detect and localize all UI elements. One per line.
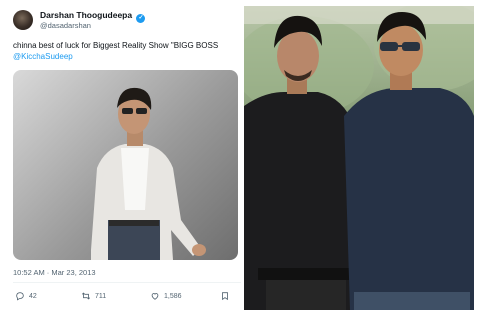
divider: [13, 282, 241, 283]
bookmark-button[interactable]: [220, 291, 230, 301]
tweet-photo[interactable]: [13, 70, 238, 260]
tweet-photo-figure: [91, 87, 206, 260]
retweet-count: 711: [95, 292, 107, 300]
retweet-button[interactable]: 711: [81, 291, 106, 301]
mention-link[interactable]: @KicchaSudeep: [13, 51, 241, 62]
like-count: 1,586: [164, 292, 182, 300]
avatar[interactable]: [13, 10, 33, 30]
side-photo-figures: [244, 6, 474, 310]
like-icon: [151, 293, 159, 300]
verified-badge-icon: ✓: [136, 14, 146, 23]
retweet-icon: [81, 292, 91, 300]
reply-icon: [16, 292, 24, 301]
author-handle[interactable]: @dasadarshan: [40, 21, 91, 30]
tweet-timestamp[interactable]: 10:52 AM · Mar 23, 2013: [13, 268, 96, 277]
tweet-text: chinna best of luck for Biggest Reality …: [13, 40, 241, 62]
reply-count: 42: [29, 292, 37, 300]
tweet-card: Darshan Thoogudeepa ✓ @dasadarshan chinn…: [0, 0, 243, 320]
tweet-body: chinna best of luck for Biggest Reality …: [13, 41, 219, 50]
reply-button[interactable]: 42: [15, 291, 37, 301]
side-photo: [244, 6, 474, 310]
tweet-actions: 42 711 1,586: [13, 291, 241, 305]
like-button[interactable]: 1,586: [150, 291, 182, 301]
author-name[interactable]: Darshan Thoogudeepa: [40, 10, 132, 20]
bookmark-icon: [222, 292, 228, 301]
